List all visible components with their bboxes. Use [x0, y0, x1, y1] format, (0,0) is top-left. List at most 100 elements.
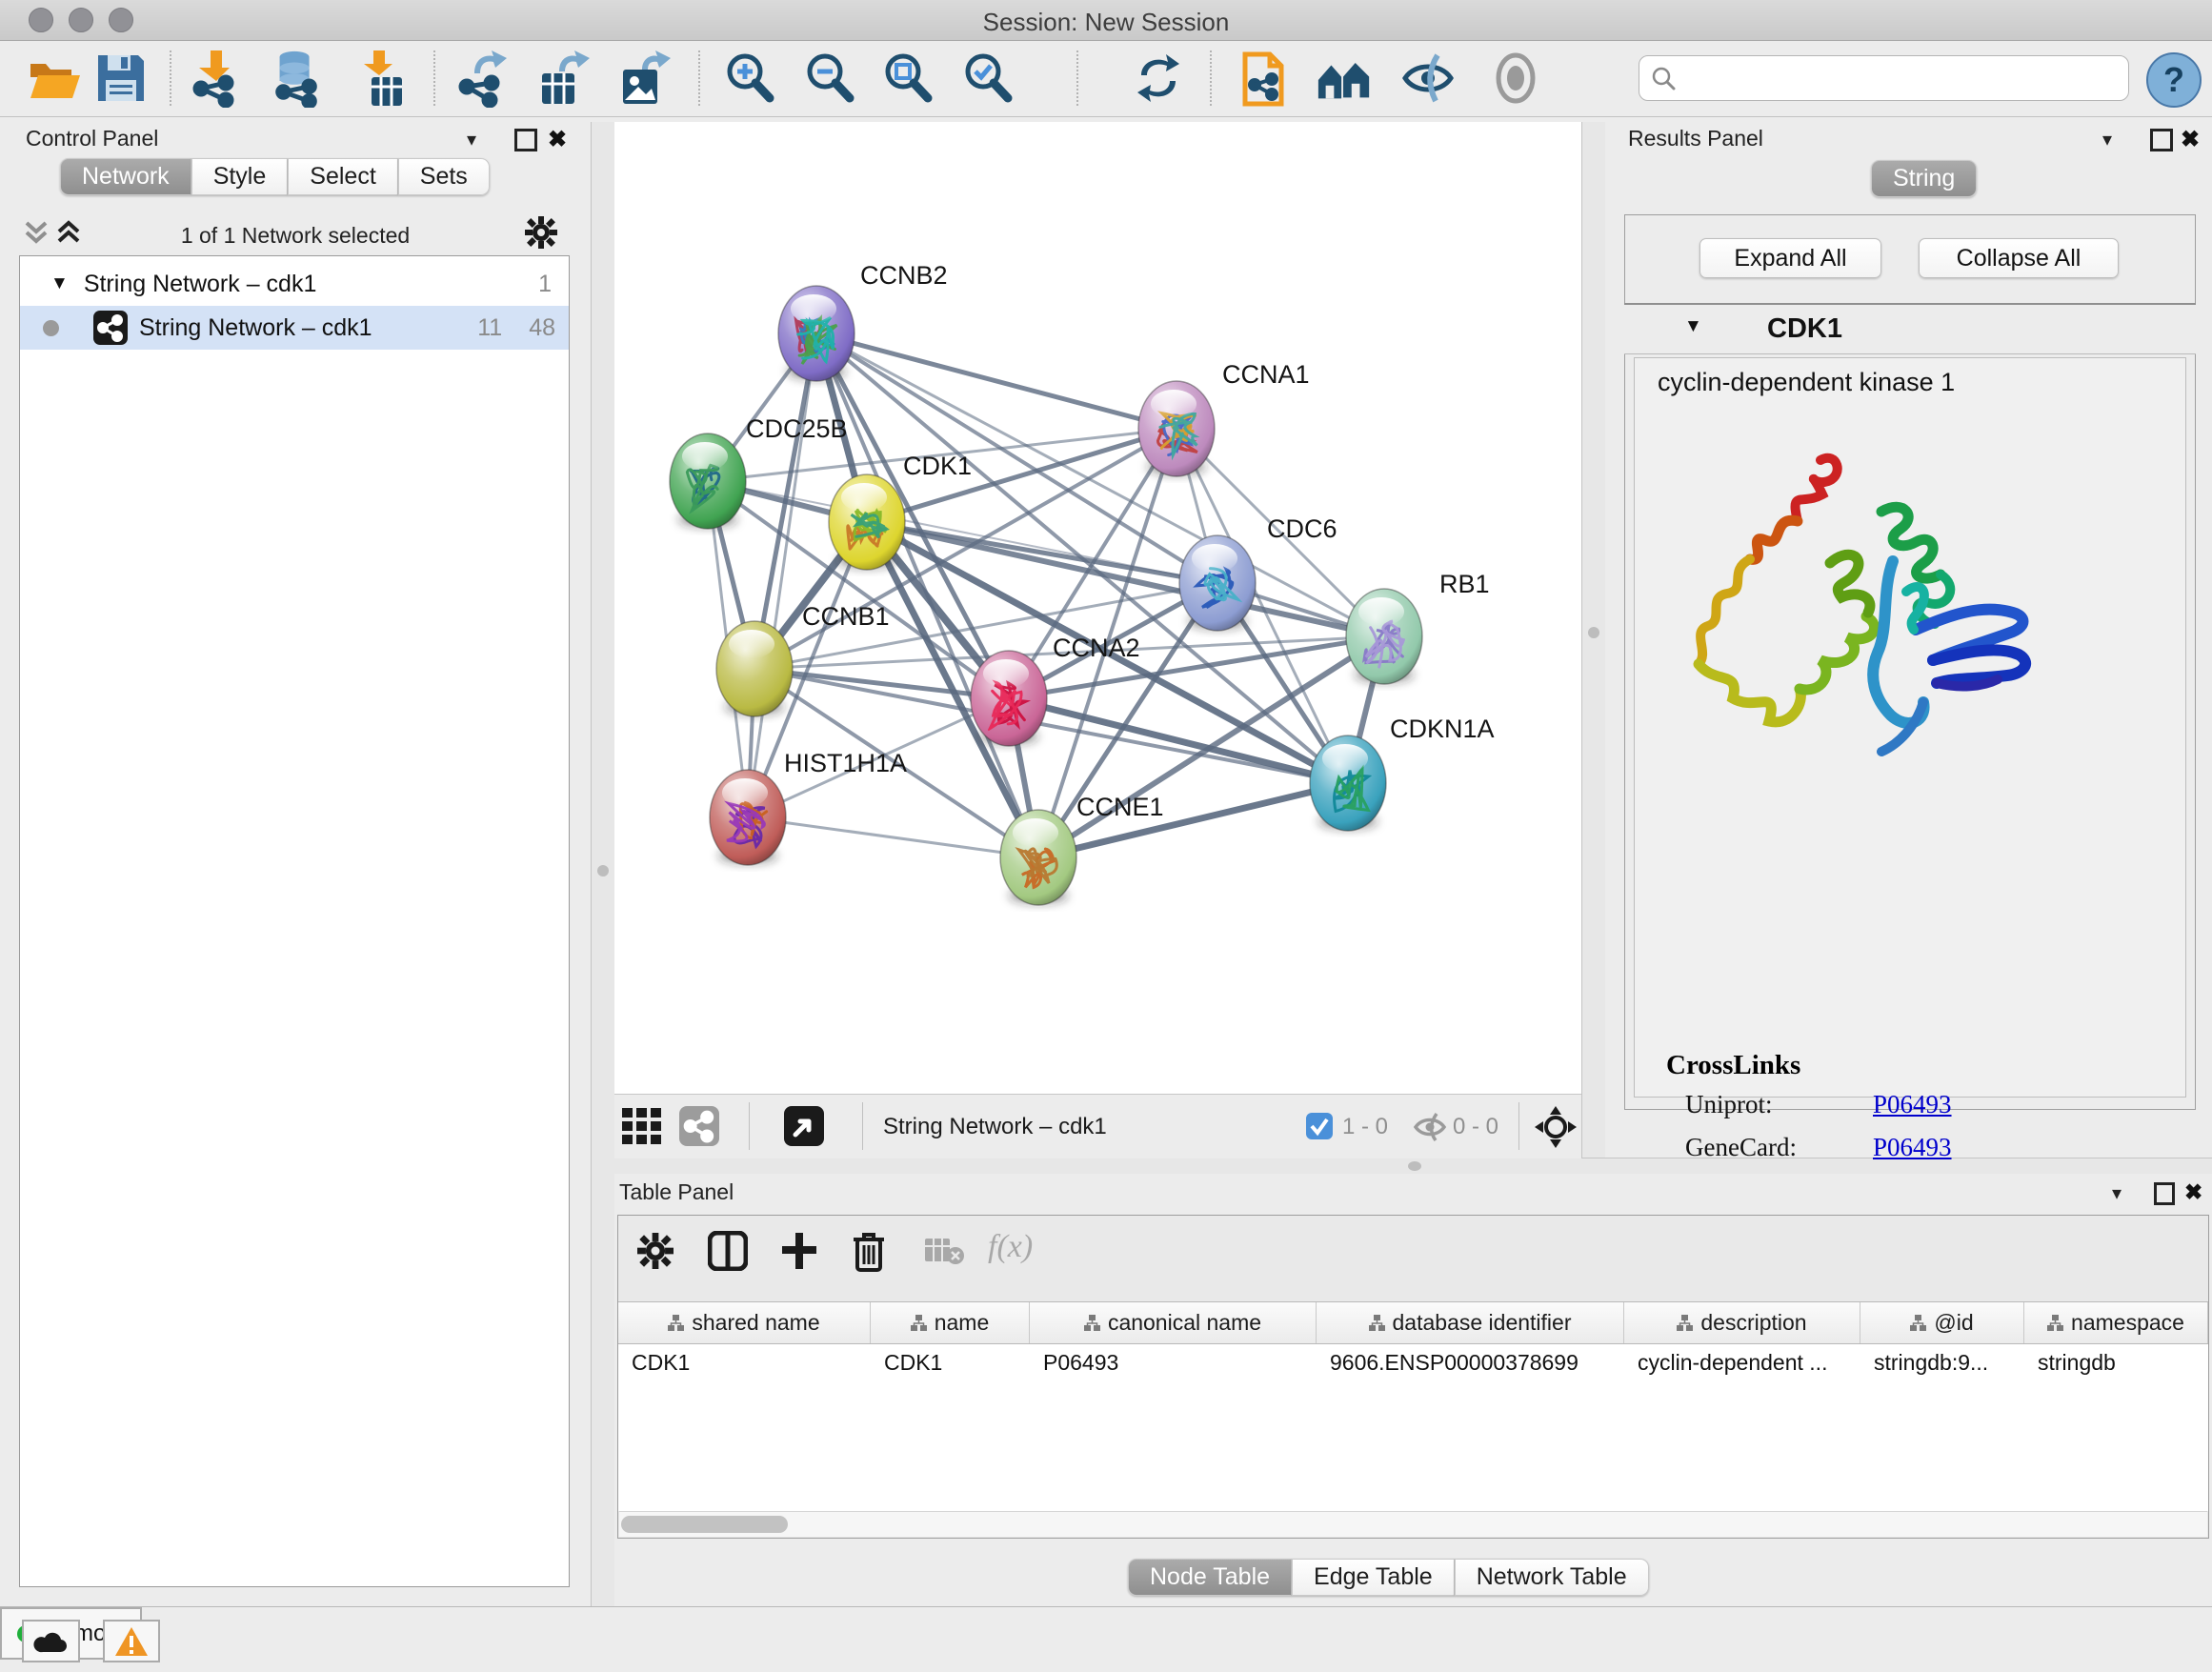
network-edge-CCNB2-HIST1H1A[interactable] — [748, 333, 816, 817]
column-type-icon — [911, 1315, 927, 1331]
search-input-field[interactable] — [1683, 64, 2128, 92]
selected-count: 1 - 0 — [1342, 1114, 1388, 1140]
table-cell[interactable]: CDK1 — [871, 1344, 1030, 1380]
tab-network[interactable]: Network — [60, 158, 191, 195]
hide-selected-button[interactable] — [1398, 49, 1458, 108]
table-cell[interactable]: CDK1 — [618, 1344, 871, 1380]
warnings-button[interactable] — [103, 1620, 160, 1662]
tab-string[interactable]: String — [1871, 160, 1977, 197]
import-network-database-button[interactable] — [267, 49, 326, 108]
network-selection-status: 1 of 1 Network selected — [0, 223, 591, 249]
cloud-service-button[interactable] — [22, 1620, 80, 1662]
crosslink-label: GeneCard: — [1685, 1133, 1873, 1162]
delete-column-trash-icon[interactable] — [852, 1230, 886, 1272]
tab-network-table[interactable]: Network Table — [1455, 1559, 1649, 1596]
show-hidden-button[interactable] — [1486, 49, 1545, 108]
zoom-in-button[interactable] — [720, 49, 779, 108]
column-header-name[interactable]: name — [871, 1302, 1030, 1343]
table-cell[interactable]: P06493 — [1030, 1344, 1317, 1380]
table-panel-menu-arrow-icon[interactable]: ▾ — [2112, 1181, 2122, 1205]
left-splitter-grip[interactable] — [597, 865, 609, 876]
open-session-button[interactable] — [25, 49, 84, 108]
zoom-fit-icon — [880, 50, 935, 106]
table-panel-close-icon[interactable]: ✖ — [2184, 1179, 2202, 1205]
database-import-icon — [267, 49, 326, 108]
control-panel-float-icon[interactable] — [514, 129, 537, 151]
network-collection-row[interactable]: ▼ String Network – cdk1 1 — [20, 262, 569, 306]
gene-description: cyclin-dependent kinase 1 — [1658, 368, 1955, 397]
results-panel-close-icon[interactable]: ✖ — [2181, 126, 2200, 153]
gene-collapse-arrow-icon[interactable]: ▼ — [1684, 316, 1702, 337]
create-column-plus-icon[interactable] — [780, 1231, 818, 1271]
network-graph[interactable]: CCNB2CCNA1CDC25BCDK1CDC6RB1CCNB1CCNA2CDK… — [614, 122, 1581, 1094]
export-network-button[interactable] — [452, 49, 512, 108]
column-header-description[interactable]: description — [1624, 1302, 1860, 1343]
network-share-toggle-icon[interactable] — [679, 1106, 719, 1146]
tab-edge-table[interactable]: Edge Table — [1292, 1559, 1455, 1596]
column-header-@id[interactable]: @id — [1860, 1302, 2024, 1343]
birdseye-view-icon[interactable] — [784, 1106, 824, 1146]
table-cell[interactable]: stringdb:9... — [1860, 1344, 2024, 1380]
import-table-file-button[interactable] — [352, 49, 412, 108]
grid-view-icon[interactable] — [622, 1108, 664, 1146]
network-row[interactable]: String Network – cdk1 11 48 — [20, 306, 569, 350]
network-options-gear-icon[interactable] — [525, 216, 557, 249]
table-options-gear-icon[interactable] — [637, 1233, 674, 1269]
control-panel-close-icon[interactable]: ✖ — [548, 126, 567, 153]
zoom-selected-icon — [960, 50, 1016, 106]
table-horizontal-scrollbar[interactable] — [619, 1511, 2207, 1537]
table-cell[interactable]: stringdb — [2024, 1344, 2208, 1380]
tab-style[interactable]: Style — [191, 158, 289, 195]
table-header-row: shared namenamecanonical namedatabase id… — [618, 1301, 2208, 1344]
control-panel: Control Panel ▾ ✖ NetworkStyleSelectSets… — [0, 122, 591, 1606]
gene-section-header[interactable]: ▼ CDK1 — [1624, 303, 2196, 354]
tab-select[interactable]: Select — [288, 158, 397, 195]
column-header-namespace[interactable]: namespace — [2024, 1302, 2208, 1343]
tab-sets[interactable]: Sets — [398, 158, 490, 195]
current-network-name: String Network – cdk1 — [883, 1114, 1107, 1140]
export-image-button[interactable] — [614, 49, 674, 108]
table-row[interactable]: CDK1CDK1P064939606.ENSP00000378699cyclin… — [618, 1344, 2208, 1380]
column-header-canonical-name[interactable]: canonical name — [1030, 1302, 1317, 1343]
export-table-button[interactable] — [533, 49, 593, 108]
scrollbar-thumb[interactable] — [621, 1516, 788, 1533]
table-panel-float-icon[interactable] — [2154, 1182, 2175, 1205]
zoom-out-button[interactable] — [800, 49, 859, 108]
network-tree: ▼ String Network – cdk1 1 String Network… — [19, 255, 570, 1587]
collection-expand-arrow-icon[interactable]: ▼ — [50, 273, 69, 294]
help-button[interactable]: ? — [2146, 52, 2202, 108]
results-panel-float-icon[interactable] — [2150, 129, 2173, 151]
import-network-file-button[interactable] — [187, 49, 246, 108]
crosslink-link[interactable]: P06493 — [1873, 1133, 1952, 1162]
table-cell[interactable]: cyclin-dependent ... — [1624, 1344, 1860, 1380]
column-type-icon — [1910, 1315, 1926, 1331]
network-canvas[interactable]: CCNB2CCNA1CDC25BCDK1CDC6RB1CCNB1CCNA2CDK… — [614, 122, 1581, 1094]
horizontal-splitter-grip[interactable] — [1408, 1161, 1421, 1171]
left-splitter[interactable] — [591, 122, 616, 1606]
search-input[interactable] — [1639, 55, 2129, 101]
zoom-selected-button[interactable] — [958, 49, 1017, 108]
tab-node-table[interactable]: Node Table — [1128, 1559, 1292, 1596]
refresh-button[interactable] — [1129, 49, 1188, 108]
export-network-icon — [453, 49, 511, 108]
expand-all-button[interactable]: Expand All — [1699, 238, 1881, 278]
column-header-database-identifier[interactable]: database identifier — [1317, 1302, 1624, 1343]
table-cell[interactable]: 9606.ENSP00000378699 — [1317, 1344, 1624, 1380]
network-edge-HIST1H1A-CCNE1[interactable] — [748, 817, 1038, 857]
right-splitter-grip[interactable] — [1588, 627, 1599, 638]
save-session-button[interactable] — [91, 49, 151, 108]
crosslink-row: Uniprot:P06493 — [1685, 1090, 2162, 1119]
fit-content-crosshair-icon[interactable] — [1535, 1106, 1577, 1148]
results-panel-menu-arrow-icon[interactable]: ▾ — [2102, 128, 2112, 151]
control-panel-menu-arrow-icon[interactable]: ▾ — [467, 128, 476, 151]
right-splitter[interactable] — [1581, 122, 1607, 1158]
show-columns-icon[interactable] — [708, 1231, 748, 1271]
selected-checkbox-icon[interactable] — [1306, 1113, 1333, 1139]
show-all-button[interactable] — [1315, 49, 1374, 108]
column-header-shared-name[interactable]: shared name — [618, 1302, 871, 1343]
zoom-fit-button[interactable] — [878, 49, 937, 108]
clone-network-button[interactable] — [1235, 49, 1294, 108]
crosslink-link[interactable]: P06493 — [1873, 1090, 1952, 1119]
node-label-CCNB1: CCNB1 — [802, 602, 890, 631]
collapse-all-button[interactable]: Collapse All — [1919, 238, 2119, 278]
